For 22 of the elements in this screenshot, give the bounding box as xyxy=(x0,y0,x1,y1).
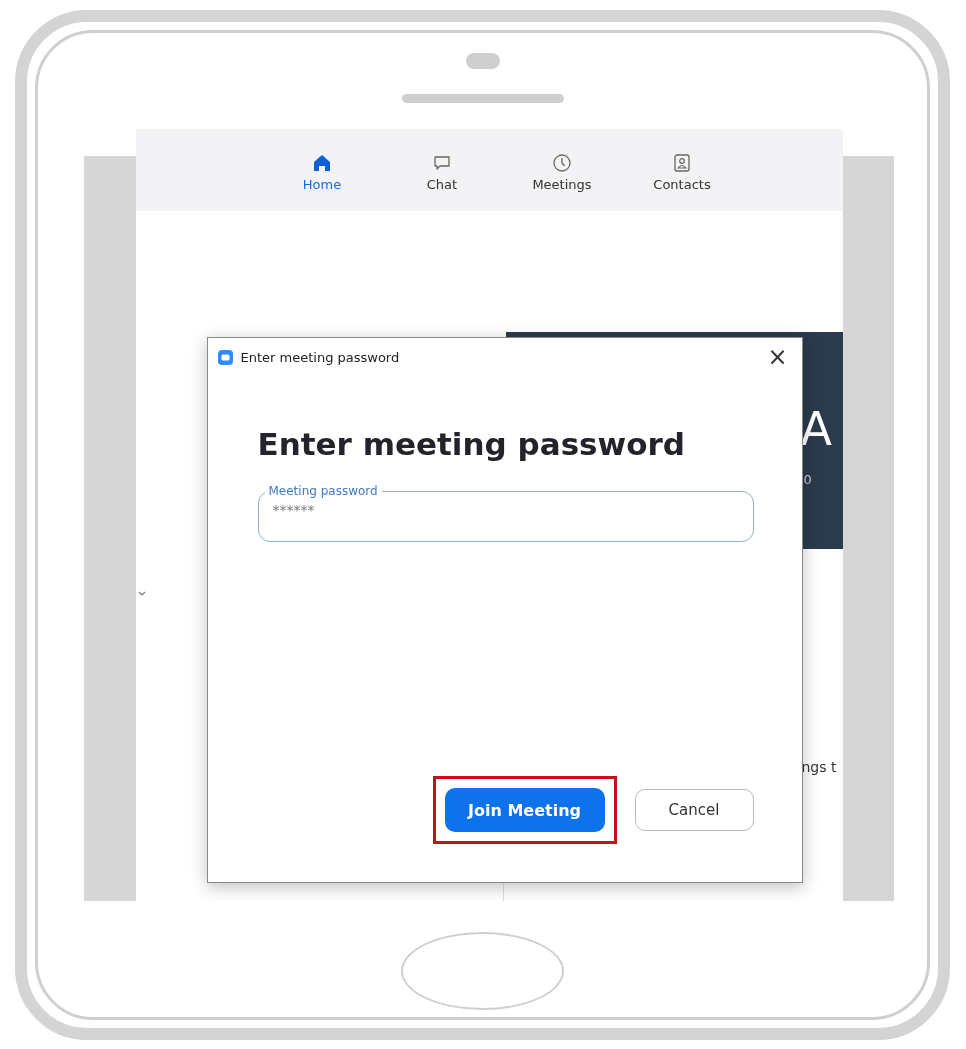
cancel-button[interactable]: Cancel xyxy=(634,789,754,831)
field-label: Meeting password xyxy=(267,484,379,498)
nav-tab[interactable]: Home xyxy=(262,129,382,211)
home-icon xyxy=(312,152,332,173)
nav-tab[interactable]: Contacts xyxy=(622,129,742,211)
speaker-icon xyxy=(465,53,500,69)
join-button[interactable]: Join Meeting xyxy=(444,788,605,832)
nav-tab[interactable]: Chat xyxy=(382,129,502,211)
close-button[interactable]: × xyxy=(763,345,792,369)
password-input[interactable]: ****** xyxy=(272,498,739,522)
background-text: ngs t xyxy=(801,759,837,775)
dialog-title: Enter meeting password xyxy=(240,349,401,365)
dialog-heading: Enter meeting password xyxy=(257,426,686,462)
app-logo-icon xyxy=(217,349,233,365)
banner-subtitle: 0 xyxy=(803,472,812,487)
password-field[interactable]: Meeting password ****** xyxy=(257,484,754,542)
banner-title: A xyxy=(800,402,832,456)
home-button[interactable] xyxy=(401,932,564,1010)
caret-icon xyxy=(137,591,146,596)
contact-card-icon xyxy=(672,152,692,173)
nav-tab[interactable]: Meetings xyxy=(502,129,622,211)
clock-icon xyxy=(552,152,572,173)
